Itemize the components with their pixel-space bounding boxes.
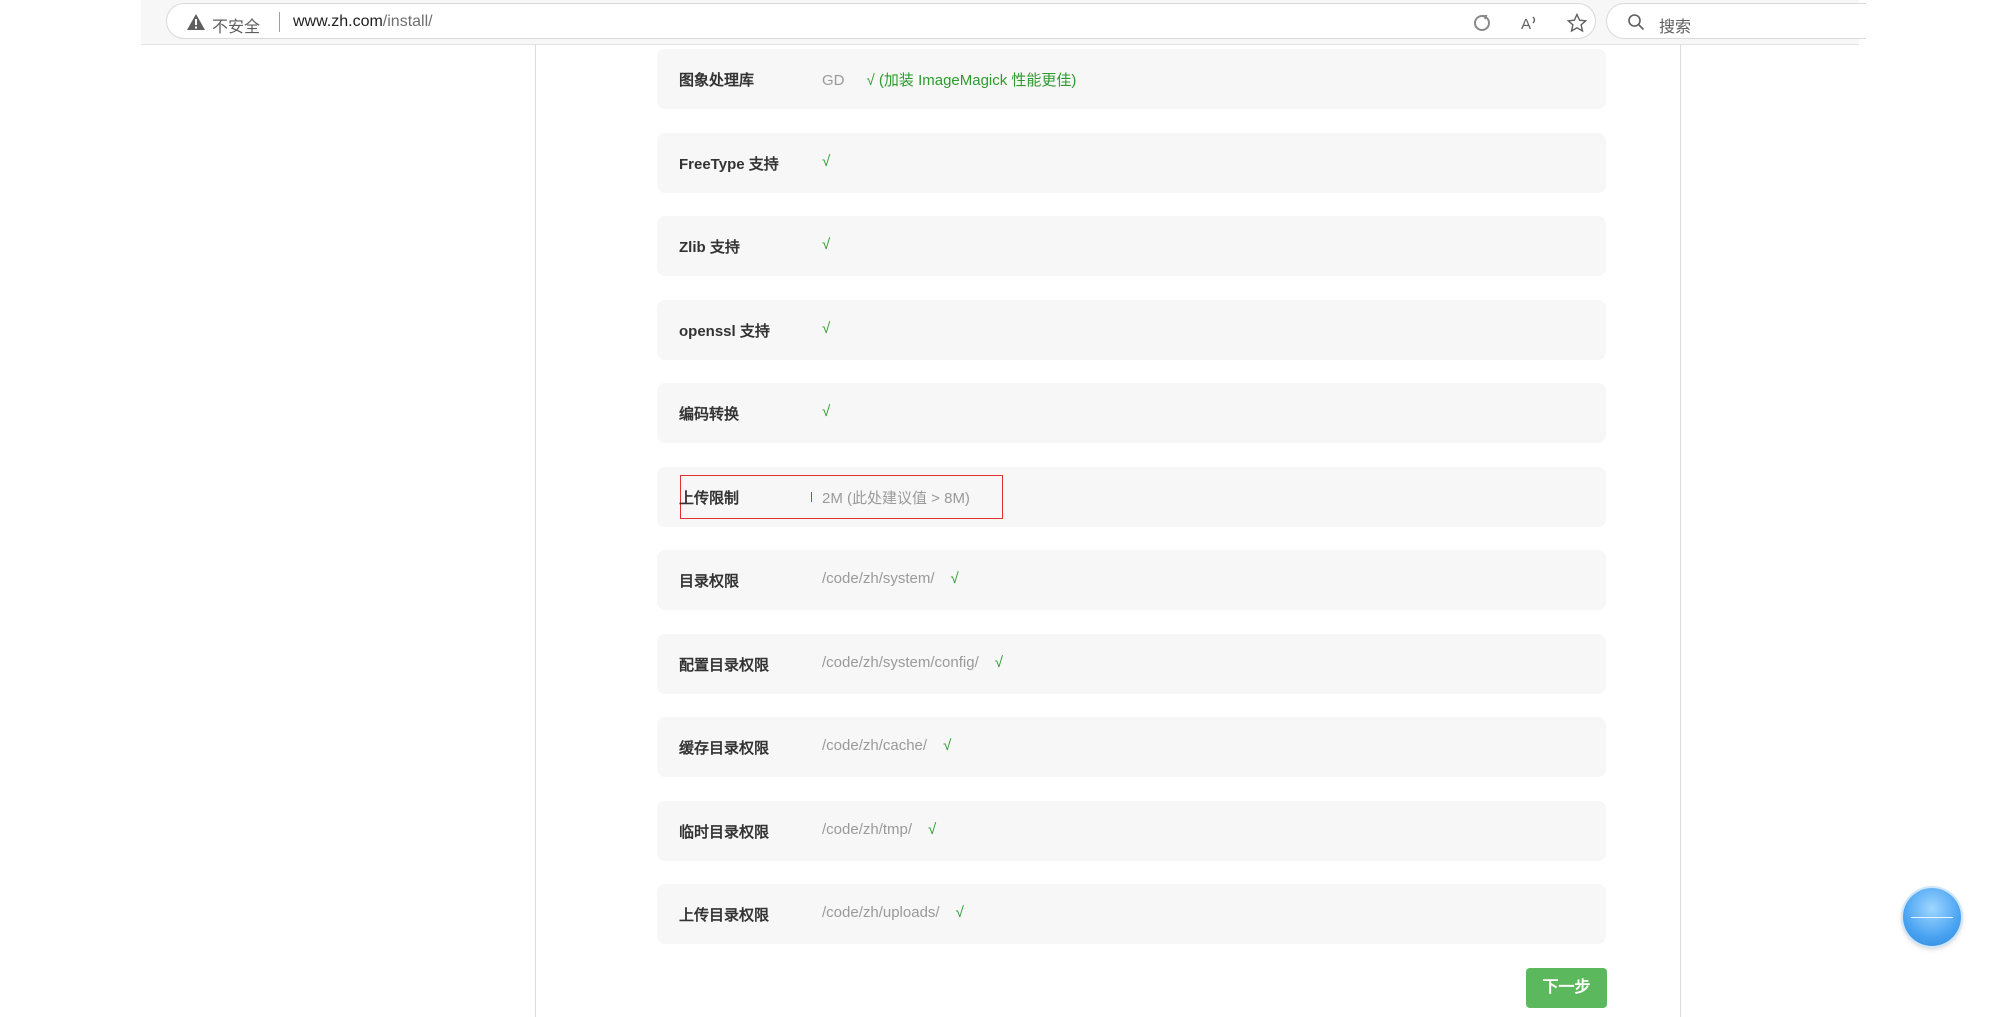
check-row-zlib: Zlib 支持 √ <box>657 216 1606 276</box>
address-bar[interactable]: 不安全 www.zh.com/install/ A <box>166 3 1596 39</box>
check-status: √ <box>994 653 1003 671</box>
check-status: √ <box>822 236 831 253</box>
check-value-text: /code/zh/system/config/ <box>822 653 979 671</box>
check-label: openssl 支持 <box>679 322 770 340</box>
search-icon <box>1628 14 1645 31</box>
check-value: /code/zh/uploads/ √ <box>822 904 964 921</box>
check-row-openssl: openssl 支持 √ <box>657 299 1606 360</box>
check-value: √ <box>822 153 830 170</box>
svg-text:A: A <box>1521 16 1531 33</box>
check-label: FreeType 支持 <box>679 155 779 173</box>
check-label: 临时目录权限 <box>679 823 770 841</box>
next-step-button[interactable]: 下一步 <box>1526 968 1607 1008</box>
check-value-text: /code/zh/tmp/ <box>822 820 913 838</box>
check-value: /code/zh/system/ √ <box>822 570 959 587</box>
refresh-icon[interactable] <box>1472 13 1492 33</box>
favorite-star-icon[interactable] <box>1567 13 1587 33</box>
url-text[interactable]: www.zh.com/install/ <box>293 13 433 31</box>
check-value-text: /code/zh/uploads/ <box>822 904 940 921</box>
search-placeholder: 搜索 <box>1659 19 1692 36</box>
url-host: www.zh.com <box>293 13 383 30</box>
check-value: /code/zh/cache/ √ <box>822 737 951 754</box>
check-value: 2M (此处建议值 > 8M) <box>822 487 970 508</box>
check-status: √ <box>822 403 831 420</box>
check-label: Zlib 支持 <box>679 239 740 256</box>
check-value: /code/zh/tmp/ √ <box>822 821 936 838</box>
check-label: 图象处理库 <box>679 72 755 89</box>
check-status: √ <box>955 904 964 921</box>
content-border-left <box>535 44 536 1017</box>
check-row-freetype: FreeType 支持 √ <box>657 132 1606 193</box>
check-row-upload-limit: 上传限制 2M (此处建议值 > 8M) <box>657 466 1606 527</box>
check-value: √ <box>822 320 830 337</box>
environment-check-list: 图象处理库 GD √ (加装 ImageMagick 性能更佳) FreeType… <box>657 49 1606 968</box>
check-status: √ <box>943 737 952 754</box>
check-label: 编码转换 <box>679 406 740 423</box>
content-border-right <box>1680 44 1681 1017</box>
check-row-image-library: 图象处理库 GD √ (加装 ImageMagick 性能更佳) <box>657 49 1606 109</box>
check-value-text: /code/zh/system/ <box>822 570 935 587</box>
check-status: √ <box>950 570 959 587</box>
url-path: /install/ <box>382 13 433 30</box>
check-value: √ <box>822 236 830 253</box>
read-aloud-icon[interactable]: A <box>1520 13 1540 33</box>
check-row-cache-dir-permission: 缓存目录权限 /code/zh/cache/ √ <box>657 717 1606 777</box>
check-value-text: /code/zh/cache/ <box>822 737 928 754</box>
check-label: 配置目录权限 <box>679 656 770 674</box>
check-value: GD √ (加装 ImageMagick 性能更佳) <box>822 69 1076 90</box>
warning-icon[interactable] <box>187 14 205 30</box>
check-row-dir-permission: 目录权限 /code/zh/system/ √ <box>657 550 1606 610</box>
floating-assistant-icon[interactable] <box>1903 888 1961 946</box>
check-status: √ <box>928 820 937 838</box>
check-row-encoding: 编码转换 √ <box>657 383 1606 443</box>
widget-horizon-line <box>1911 917 1953 918</box>
check-status: √ (加装 ImageMagick 性能更佳) <box>866 72 1077 89</box>
check-value: √ <box>822 403 830 420</box>
check-value-text: 2M (此处建议值 > 8M) <box>822 489 970 507</box>
security-label[interactable]: 不安全 <box>212 13 260 37</box>
address-separator <box>279 12 280 32</box>
check-row-config-dir-permission: 配置目录权限 /code/zh/system/config/ √ <box>657 633 1606 694</box>
check-row-tmp-dir-permission: 临时目录权限 /code/zh/tmp/ √ <box>657 800 1606 861</box>
check-row-uploads-dir-permission: 上传目录权限 /code/zh/uploads/ √ <box>657 884 1606 944</box>
browser-toolbar: 不安全 www.zh.com/install/ A 搜索 <box>141 0 1866 45</box>
check-status: √ <box>822 319 831 337</box>
check-status: √ <box>822 152 831 170</box>
check-value: /code/zh/system/config/ √ <box>822 654 1003 671</box>
check-label: 缓存目录权限 <box>679 740 770 757</box>
check-value-text: GD <box>822 72 845 89</box>
check-label: 目录权限 <box>679 573 740 590</box>
check-label: 上传限制 <box>679 489 740 507</box>
text-cursor <box>811 491 812 502</box>
search-box[interactable]: 搜索 <box>1606 3 1866 39</box>
check-label: 上传目录权限 <box>679 907 770 924</box>
